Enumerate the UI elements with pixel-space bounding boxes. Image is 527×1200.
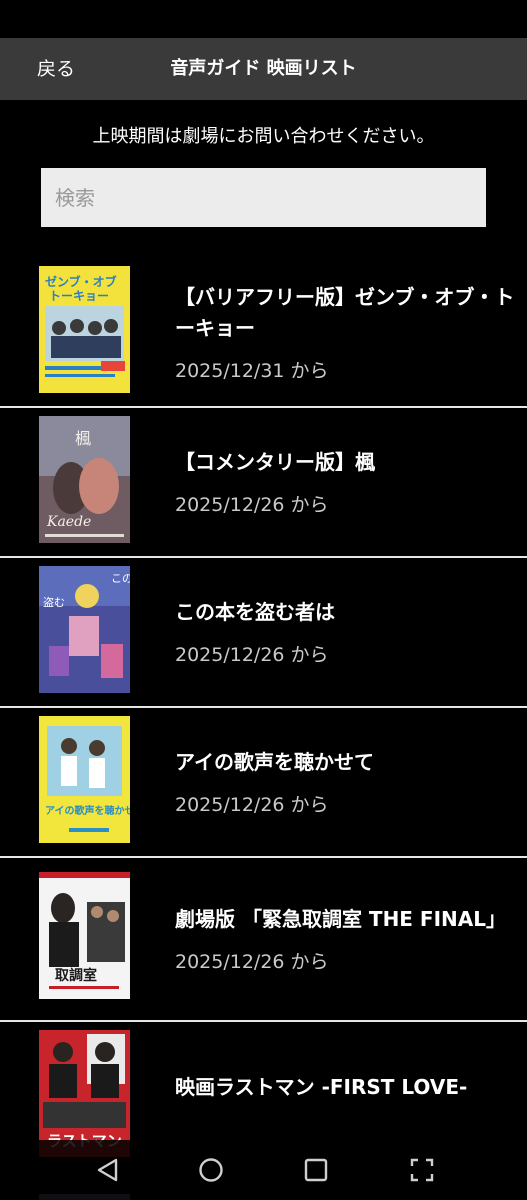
movie-date: 2025/12/26 から (175, 644, 329, 666)
movie-poster: アイの歌声を聴かせて (39, 716, 130, 843)
movie-title: 【バリアフリー版】ゼンブ・オブ・トーキョー (175, 284, 515, 340)
movie-date: 2025/12/31 から (175, 359, 329, 382)
svg-text:盗む: 盗む (43, 596, 65, 609)
movie-poster: ラストマン (39, 1030, 130, 1157)
movie-date: 2025/12/26 から (175, 494, 329, 516)
svg-text:トーキョー: トーキョー (49, 289, 109, 303)
movie-title: 【コメンタリー版】楓 (175, 450, 375, 474)
movie-poster: ゼンブ・オブ トーキョー (39, 266, 130, 393)
header: 戻る 音声ガイド 映画リスト (0, 38, 527, 100)
square-recents-icon[interactable] (302, 1156, 330, 1184)
movie-info: この本を盗む者は 2025/12/26 から (175, 558, 517, 706)
circle-home-icon[interactable] (197, 1156, 225, 1184)
back-button[interactable]: 戻る (37, 38, 75, 100)
movie-poster: 盗む この (39, 566, 130, 693)
movie-info: 【バリアフリー版】ゼンブ・オブ・トーキョー 2025/12/31 から (175, 258, 517, 406)
movie-item[interactable]: 取調室 劇場版 「緊急取調室 THE FINAL」 2025/12/26 から (0, 858, 527, 1022)
status-bar (0, 0, 527, 38)
svg-text:取調室: 取調室 (55, 967, 97, 984)
movie-date: 2025/12/26 から (175, 794, 329, 816)
movie-poster: 楓 Kaede (39, 416, 130, 543)
system-nav-bar (0, 1140, 527, 1200)
search-input[interactable] (41, 168, 486, 227)
movie-item[interactable]: ゼンブ・オブ トーキョー 【バリアフリー版】ゼンブ・オブ・トーキョー 2025/… (0, 258, 527, 408)
movie-info: 【コメンタリー版】楓 2025/12/26 から (175, 408, 517, 556)
movie-title: アイの歌声を聴かせて (175, 750, 374, 774)
movie-info: アイの歌声を聴かせて 2025/12/26 から (175, 708, 517, 856)
movie-item[interactable]: 楓 Kaede 【コメンタリー版】楓 2025/12/26 から (0, 408, 527, 558)
movie-info: 劇場版 「緊急取調室 THE FINAL」 2025/12/26 から (175, 858, 517, 1020)
triangle-back-icon[interactable] (94, 1156, 122, 1184)
movie-list: ゼンブ・オブ トーキョー 【バリアフリー版】ゼンブ・オブ・トーキョー 2025/… (0, 258, 527, 1172)
movie-poster: 取調室 (39, 872, 130, 999)
svg-text:アイの歌声を聴かせて: アイの歌声を聴かせて (45, 804, 130, 817)
corners-screenshot-icon[interactable] (408, 1156, 436, 1184)
movie-item[interactable]: 盗む この この本を盗む者は 2025/12/26 から (0, 558, 527, 708)
svg-text:この: この (111, 572, 130, 585)
page-title: 音声ガイド 映画リスト (170, 58, 357, 79)
svg-text:ゼンブ・オブ: ゼンブ・オブ (45, 274, 117, 289)
movie-date: 2025/12/26 から (175, 951, 329, 973)
svg-text:楓: 楓 (75, 429, 91, 448)
svg-text:Kaede: Kaede (46, 514, 91, 530)
movie-title: 映画ラストマン -FIRST LOVE- (175, 1075, 468, 1099)
movie-title: この本を盗む者は (175, 600, 335, 624)
movie-item[interactable]: アイの歌声を聴かせて アイの歌声を聴かせて 2025/12/26 から (0, 708, 527, 858)
movie-title: 劇場版 「緊急取調室 THE FINAL」 (175, 907, 506, 931)
screening-notice: 上映期間は劇場にお問い合わせください。 (92, 126, 435, 147)
